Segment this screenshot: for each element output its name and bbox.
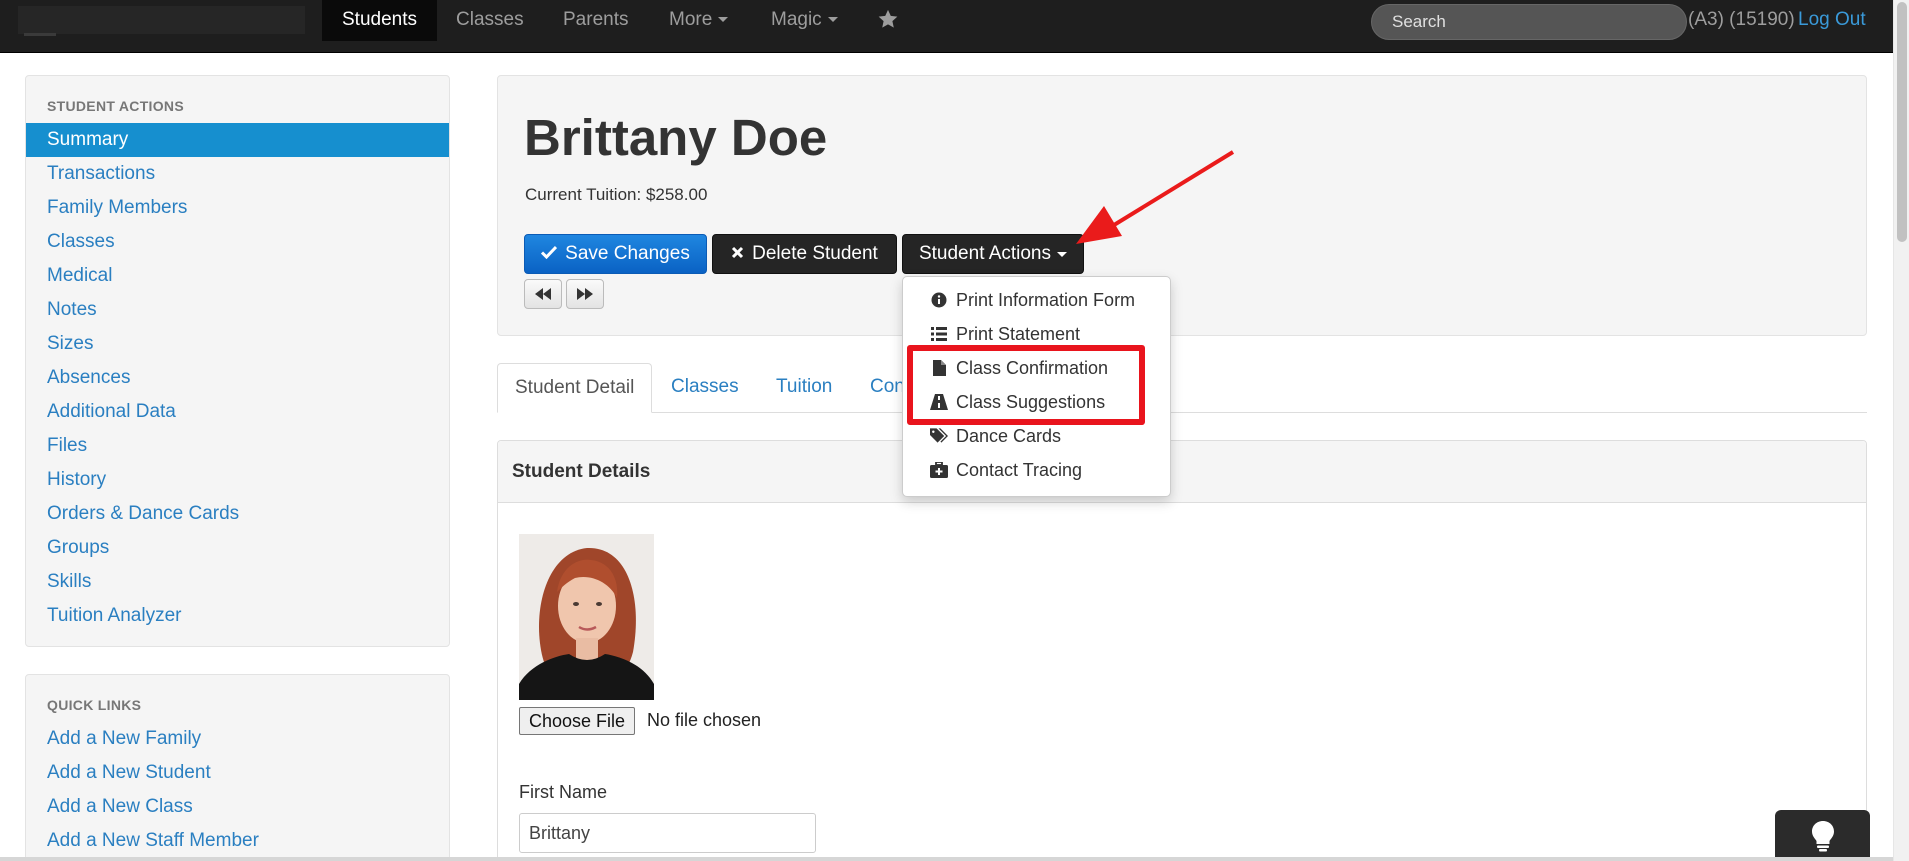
- student-actions-menu: Print Information Form Print Statement C…: [902, 276, 1171, 497]
- student-name: Brittany Doe: [524, 109, 828, 166]
- forward-icon: [577, 288, 593, 300]
- favorites-star-icon[interactable]: [877, 8, 903, 34]
- tab-tuition[interactable]: Tuition: [759, 363, 849, 413]
- student-actions-dropdown[interactable]: Student Actions: [902, 234, 1084, 274]
- search-input[interactable]: [1371, 4, 1687, 40]
- student-header-card: Brittany Doe Current Tuition: $258.00: [497, 75, 1867, 336]
- panel-heading: QUICK LINKS: [47, 697, 142, 713]
- nav-label: Parents: [563, 9, 629, 30]
- nav-students[interactable]: Students: [322, 0, 437, 41]
- sidebar-item-orders-dance-cards[interactable]: Orders & Dance Cards: [26, 497, 449, 531]
- sidebar-item-classes[interactable]: Classes: [26, 225, 449, 259]
- sidebar-item-transactions[interactable]: Transactions: [26, 157, 449, 191]
- button-label: Delete Student: [752, 243, 878, 264]
- panel-heading: STUDENT ACTIONS: [47, 98, 184, 114]
- brand-underline: [24, 33, 56, 36]
- menu-item-contact-tracing[interactable]: Contact Tracing: [903, 453, 1170, 487]
- tags-icon: [930, 427, 948, 445]
- caret-down-icon: [1057, 251, 1068, 257]
- nav-label: Magic: [771, 9, 822, 30]
- brand-logo[interactable]: [18, 6, 305, 34]
- page-bottom-edge: [0, 857, 1893, 861]
- quick-link-add-student[interactable]: Add a New Student: [26, 756, 449, 790]
- menu-item-label: Class Confirmation: [956, 357, 1109, 378]
- save-changes-button[interactable]: Save Changes: [524, 234, 707, 274]
- sidebar-item-tuition-analyzer[interactable]: Tuition Analyzer: [26, 599, 449, 633]
- first-name-field[interactable]: [519, 813, 816, 853]
- caret-down-icon: [827, 17, 838, 23]
- student-actions-panel: STUDENT ACTIONS Summary Transactions Fam…: [25, 75, 450, 647]
- sidebar-item-history[interactable]: History: [26, 463, 449, 497]
- menu-item-label: Print Information Form: [956, 289, 1136, 310]
- button-label: Student Actions: [918, 243, 1052, 264]
- menu-item-dance-cards[interactable]: Dance Cards: [903, 419, 1170, 453]
- menu-item-label: Contact Tracing: [956, 459, 1083, 480]
- menu-item-class-suggestions[interactable]: Class Suggestions: [903, 385, 1170, 419]
- scrollbar-thumb[interactable]: [1897, 2, 1907, 242]
- backward-icon: [535, 288, 551, 300]
- details-title: Student Details: [512, 461, 651, 482]
- nav-parents[interactable]: Parents: [543, 0, 648, 41]
- previous-student-button[interactable]: [524, 279, 562, 309]
- nav-more-dropdown[interactable]: More: [649, 0, 748, 41]
- menu-item-label: Print Statement: [956, 323, 1081, 344]
- nav-label: More: [669, 9, 713, 30]
- quick-link-add-family[interactable]: Add a New Family: [26, 722, 449, 756]
- sidebar-item-files[interactable]: Files: [26, 429, 449, 463]
- details-heading: Student Details: [498, 441, 1866, 503]
- menu-item-print-statement[interactable]: Print Statement: [903, 317, 1170, 351]
- student-photo: [519, 534, 654, 700]
- close-icon: [731, 244, 744, 264]
- button-label: Save Changes: [565, 243, 690, 264]
- quick-link-add-class[interactable]: Add a New Class: [26, 790, 449, 824]
- lightbulb-icon: [1811, 820, 1834, 851]
- menu-item-label: Dance Cards: [956, 425, 1062, 446]
- delete-student-button[interactable]: Delete Student: [712, 234, 897, 274]
- file-icon: [930, 359, 948, 377]
- sidebar-item-absences[interactable]: Absences: [26, 361, 449, 395]
- list-icon: [930, 325, 948, 343]
- sidebar-item-notes[interactable]: Notes: [26, 293, 449, 327]
- menu-item-label: Class Suggestions: [956, 391, 1106, 412]
- info-circle-icon: [930, 291, 948, 309]
- sidebar-item-groups[interactable]: Groups: [26, 531, 449, 565]
- next-student-button[interactable]: [566, 279, 604, 309]
- sidebar-item-skills[interactable]: Skills: [26, 565, 449, 599]
- sidebar-item-sizes[interactable]: Sizes: [26, 327, 449, 361]
- top-navbar: Students Classes Parents More Magic (A3)…: [0, 0, 1893, 53]
- menu-item-print-information-form[interactable]: Print Information Form: [903, 283, 1170, 317]
- nav-label: Classes: [456, 9, 524, 30]
- tab-classes[interactable]: Classes: [654, 363, 756, 413]
- sidebar-item-medical[interactable]: Medical: [26, 259, 449, 293]
- sidebar-item-additional-data[interactable]: Additional Data: [26, 395, 449, 429]
- vertical-scrollbar[interactable]: [1893, 0, 1909, 861]
- quick-link-add-staff[interactable]: Add a New Staff Member: [26, 824, 449, 858]
- nav-classes[interactable]: Classes: [436, 0, 544, 41]
- caret-down-icon: [718, 17, 729, 23]
- sidebar-item-family-members[interactable]: Family Members: [26, 191, 449, 225]
- user-code: (A3) (15190): [1688, 9, 1795, 30]
- road-icon: [930, 393, 948, 411]
- help-lightbulb-button[interactable]: [1775, 810, 1870, 861]
- current-tuition: Current Tuition: $258.00: [525, 185, 708, 204]
- tab-student-detail[interactable]: Student Detail: [497, 363, 653, 413]
- check-icon: [541, 244, 558, 264]
- menu-item-class-confirmation[interactable]: Class Confirmation: [903, 351, 1170, 385]
- student-details-panel: Student Details Choose File No file chos…: [497, 440, 1867, 861]
- sidebar-item-summary[interactable]: Summary: [26, 123, 449, 157]
- medkit-icon: [930, 461, 948, 479]
- choose-file-button[interactable]: Choose File: [519, 707, 636, 735]
- nav-label: Students: [342, 9, 417, 30]
- nav-magic-dropdown[interactable]: Magic: [751, 0, 858, 41]
- quick-links-panel: QUICK LINKS Add a New Family Add a New S…: [25, 674, 450, 861]
- first-name-label: First Name: [519, 782, 608, 802]
- logout-link[interactable]: Log Out: [1798, 9, 1866, 31]
- file-status: No file chosen: [647, 710, 762, 730]
